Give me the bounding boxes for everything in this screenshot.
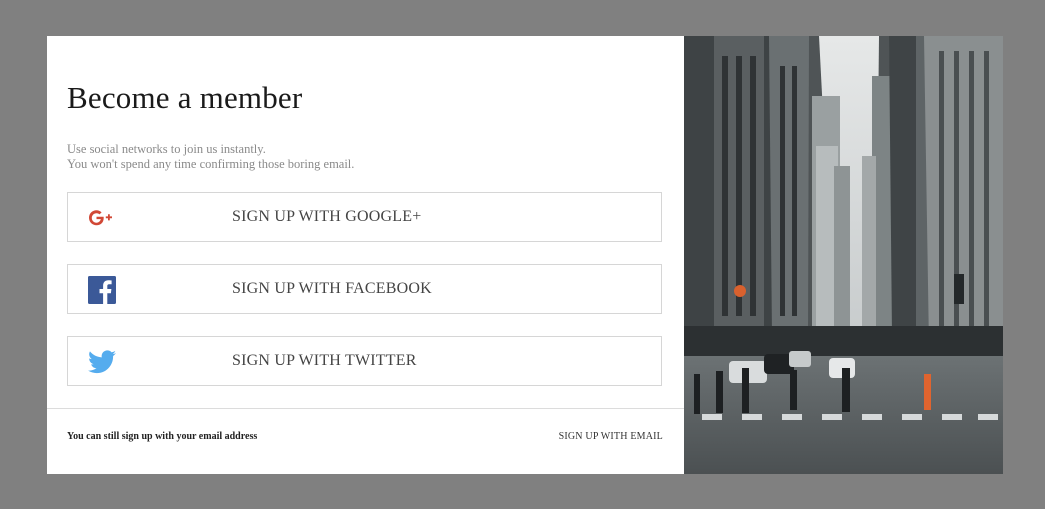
subtitle-line-2: You won't spend any time confirming thos… bbox=[67, 157, 355, 171]
signup-panel: Become a member Use social networks to j… bbox=[47, 36, 684, 474]
twitter-signup-label: SIGN UP WITH TWITTER bbox=[232, 352, 417, 369]
twitter-icon bbox=[88, 348, 116, 376]
signup-with-email-link[interactable]: SIGN UP WITH EMAIL bbox=[559, 431, 663, 442]
modal-subtitle: Use social networks to join us instantly… bbox=[67, 142, 354, 172]
google-plus-icon bbox=[88, 204, 116, 232]
modal-title: Become a member bbox=[67, 80, 303, 115]
google-signup-button[interactable]: SIGN UP WITH GOOGLE+ bbox=[67, 192, 662, 242]
city-street-illustration bbox=[684, 36, 1003, 474]
facebook-signup-button[interactable]: SIGN UP WITH FACEBOOK bbox=[67, 264, 662, 314]
google-signup-label: SIGN UP WITH GOOGLE+ bbox=[232, 208, 422, 225]
facebook-signup-label: SIGN UP WITH FACEBOOK bbox=[232, 280, 432, 297]
footer-divider bbox=[47, 408, 684, 409]
facebook-icon bbox=[88, 276, 116, 304]
city-street-photo bbox=[684, 36, 1003, 474]
subtitle-line-1: Use social networks to join us instantly… bbox=[67, 142, 266, 156]
signup-modal: Become a member Use social networks to j… bbox=[47, 36, 1003, 474]
email-signup-note: You can still sign up with your email ad… bbox=[67, 431, 258, 442]
twitter-signup-button[interactable]: SIGN UP WITH TWITTER bbox=[67, 336, 662, 386]
